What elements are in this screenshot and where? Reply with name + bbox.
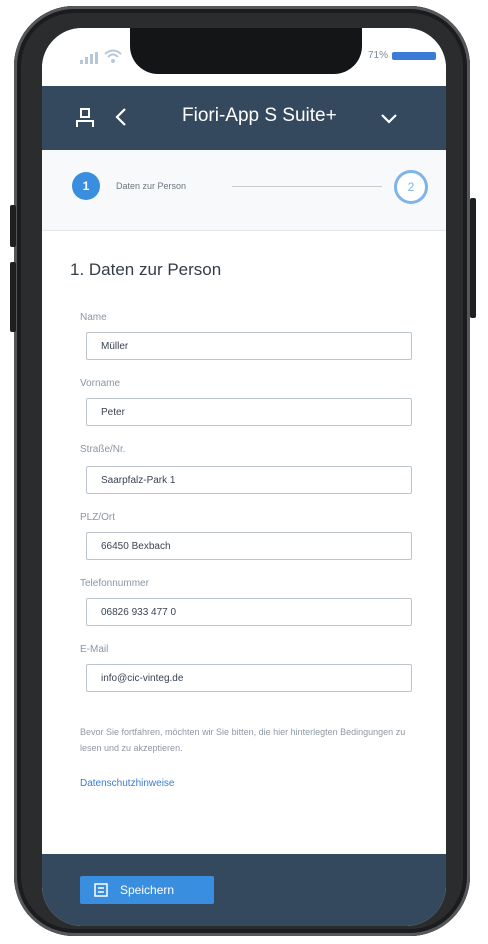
mute-switch: [10, 205, 16, 247]
step-1-label: Daten zur Person: [116, 181, 187, 191]
wifi-icon: [104, 49, 122, 63]
phone-input[interactable]: [86, 598, 412, 626]
name-label: Name: [80, 312, 107, 323]
step-2-indicator[interactable]: 2: [394, 170, 428, 204]
privacy-link[interactable]: Datenschutzhinweise: [80, 778, 175, 789]
back-icon[interactable]: [114, 106, 128, 128]
street-label: Straße/Nr.: [80, 444, 126, 455]
battery-icon: [392, 52, 436, 60]
phone-screen: 71% Fiori-App S Suite+ 1 Daten zur Perso…: [42, 28, 446, 926]
power-button: [470, 198, 476, 318]
volume-button: [10, 262, 16, 332]
zip-city-label: PLZ/Ort: [80, 512, 116, 523]
phone-label: Telefonnummer: [80, 578, 149, 589]
user-icon[interactable]: [76, 108, 94, 128]
status-bar: 71%: [42, 28, 446, 86]
app-header: Fiori-App S Suite+: [42, 86, 446, 150]
step-1-indicator[interactable]: 1: [72, 172, 100, 200]
save-label: Speichern: [120, 883, 175, 897]
zip-city-input[interactable]: [86, 532, 412, 560]
section-title: 1. Daten zur Person: [70, 260, 222, 279]
email-input[interactable]: [86, 664, 412, 692]
footer-bar: Speichern: [42, 854, 446, 926]
first-name-input[interactable]: [86, 398, 412, 426]
save-button[interactable]: Speichern: [80, 876, 214, 904]
email-label: E-Mail: [80, 644, 109, 655]
name-input[interactable]: [86, 332, 412, 360]
wizard-stepper: 1 Daten zur Person 2: [42, 150, 446, 231]
chevron-down-icon[interactable]: [380, 113, 398, 125]
step-connector: [232, 186, 382, 187]
save-icon: [94, 883, 108, 897]
signal-icon: [80, 52, 98, 64]
first-name-label: Vorname: [80, 378, 121, 389]
app-title: Fiori-App S Suite+: [182, 105, 337, 126]
camera-notch: [130, 28, 362, 74]
consent-text: Bevor Sie fortfahren, möchten wir Sie bi…: [80, 727, 406, 753]
battery-percentage: 71%: [368, 50, 389, 61]
street-input[interactable]: [86, 466, 412, 494]
